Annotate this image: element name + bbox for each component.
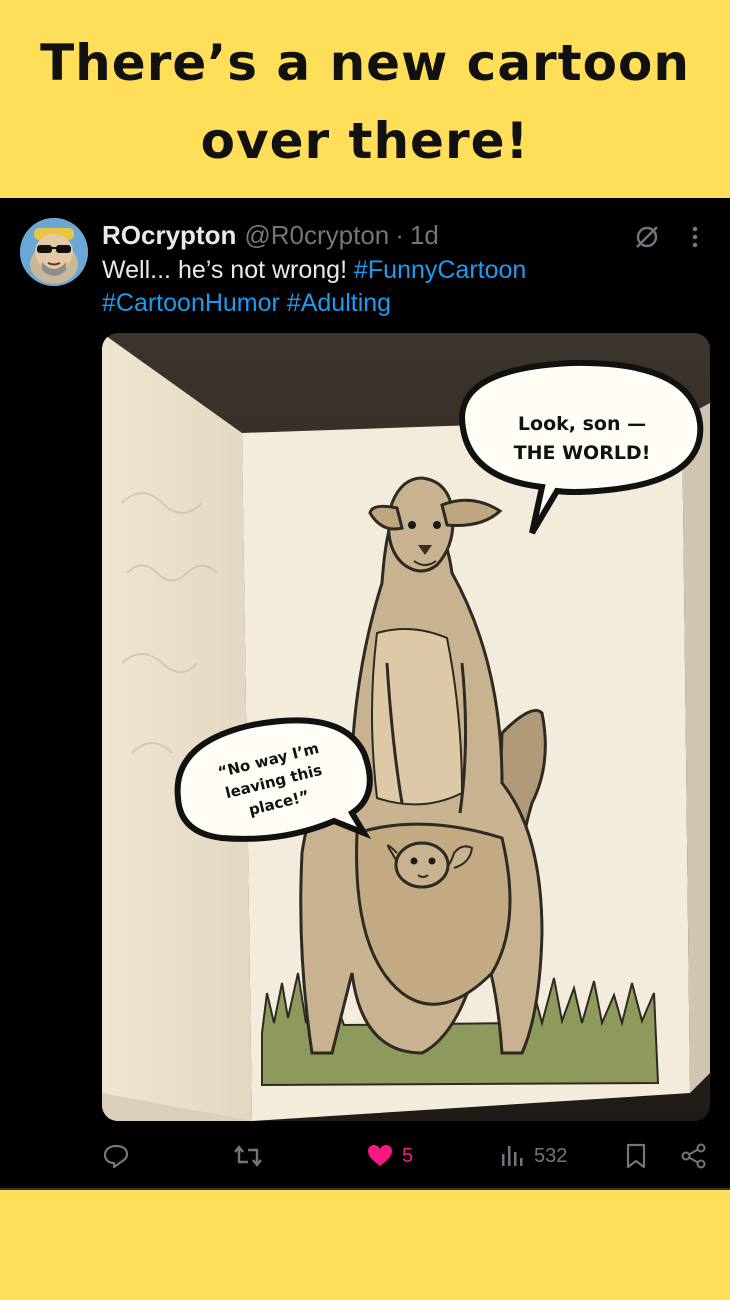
- avatar[interactable]: [20, 218, 88, 286]
- banner-line-1: There’s a new cartoon: [40, 34, 690, 92]
- repost-button[interactable]: [232, 1136, 264, 1176]
- user-handle[interactable]: @R0crypton: [244, 220, 389, 251]
- views-button[interactable]: 532: [500, 1136, 567, 1176]
- hashtag-funnycartoon[interactable]: #FunnyCartoon: [354, 256, 526, 284]
- display-name[interactable]: ROcrypton: [102, 220, 236, 251]
- tweet-header: ROcrypton @R0crypton · 1d: [102, 218, 439, 252]
- reply-button[interactable]: [102, 1136, 130, 1176]
- like-count: 5: [402, 1144, 414, 1167]
- action-bar: 5 532: [0, 1136, 730, 1176]
- timestamp[interactable]: 1d: [410, 220, 439, 251]
- like-button[interactable]: 5: [366, 1136, 413, 1176]
- heart-icon: [368, 1145, 392, 1166]
- tweet-text-prefix: Well... he’s not wrong!: [102, 256, 354, 284]
- cartoon-illustration: Look, son — THE WORLD! “No way I’m leavi…: [102, 333, 710, 1121]
- share-icon: [681, 1143, 706, 1169]
- bookmark-button[interactable]: [624, 1136, 648, 1176]
- separator: ·: [395, 219, 404, 250]
- divider: [0, 1188, 730, 1190]
- bookmark-icon: [626, 1143, 646, 1169]
- hashtag-cartoonhumor[interactable]: #CartoonHumor: [102, 289, 280, 317]
- banner-line-2: over there!: [200, 112, 530, 170]
- reply-icon: [103, 1144, 129, 1169]
- hashtag-adulting[interactable]: #Adulting: [287, 289, 391, 317]
- avatar-image: [20, 218, 88, 286]
- more-icon[interactable]: [684, 222, 706, 252]
- banner: There’s a new cartoon over there!: [0, 0, 730, 198]
- views-icon: [502, 1146, 523, 1166]
- bubble-top-line-2: THE WORLD!: [514, 442, 651, 464]
- tweet-image[interactable]: Look, son — THE WORLD! “No way I’m leavi…: [102, 333, 710, 1121]
- tweet-text: Well... he’s not wrong! #FunnyCartoon #Ca…: [102, 254, 702, 320]
- grok-icon[interactable]: [632, 222, 662, 252]
- views-count: 532: [534, 1144, 568, 1167]
- bubble-top-line-1: Look, son —: [518, 413, 646, 435]
- tweet-card[interactable]: ROcrypton @R0crypton · 1d Well... he’s n…: [0, 198, 730, 1190]
- repost-icon: [234, 1145, 262, 1167]
- banner-title: There’s a new cartoon over there!: [40, 18, 690, 180]
- share-button[interactable]: [680, 1136, 708, 1176]
